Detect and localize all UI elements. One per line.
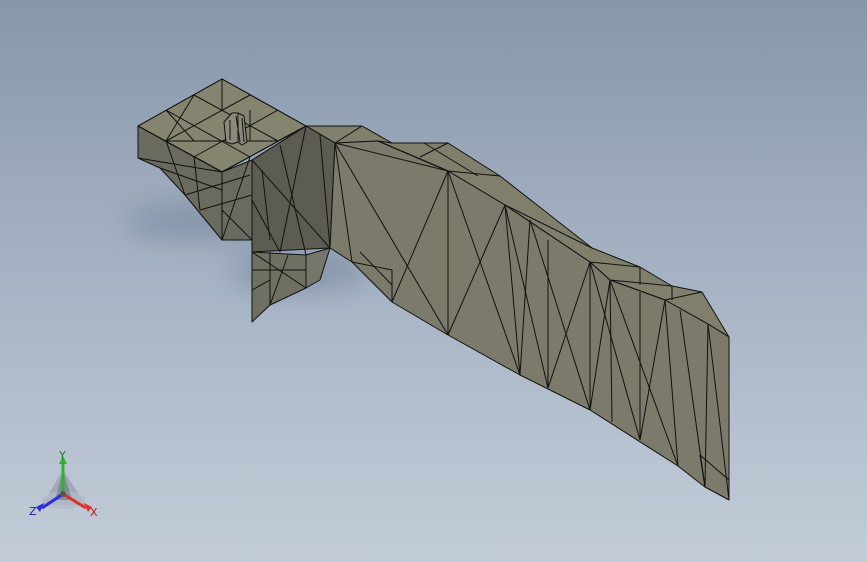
graphics-viewport[interactable]: Y X Z	[0, 0, 867, 562]
triad-y-label: Y	[58, 449, 66, 462]
triad-x-label: X	[90, 506, 98, 519]
orientation-triad[interactable]: Y X Z	[0, 0, 867, 562]
coordinate-triad-icon	[36, 456, 92, 512]
triad-z-label: Z	[29, 505, 37, 518]
